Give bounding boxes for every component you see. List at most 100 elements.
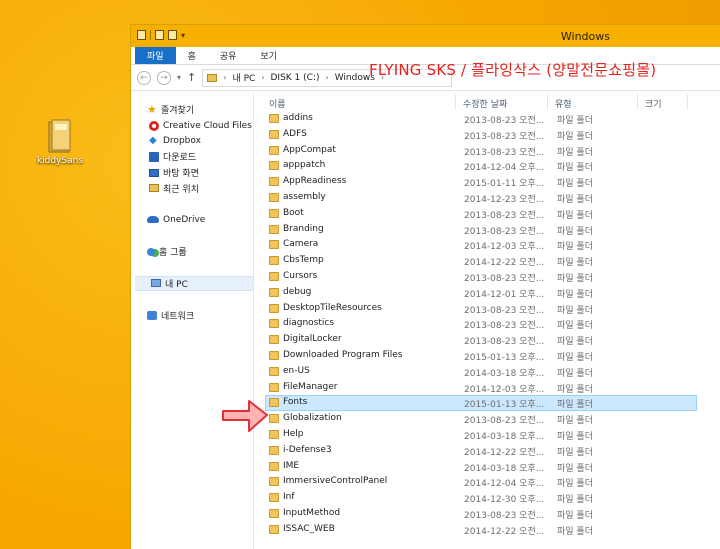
title-bar[interactable]: ▾ Windows	[131, 25, 720, 47]
nav-dropbox[interactable]: ◆ Dropbox	[131, 133, 253, 149]
tab-view[interactable]: 보기	[248, 46, 289, 64]
file-name: assembly	[283, 191, 326, 202]
file-type: 파일 폴더	[557, 384, 593, 395]
table-row[interactable]: Cursors 2013-08-23 오전... 파일 폴더	[255, 269, 720, 285]
table-row[interactable]: Camera 2014-12-03 오후... 파일 폴더	[255, 237, 720, 253]
column-divider[interactable]	[455, 94, 456, 110]
desktop-icon-kiddysans[interactable]: kiddySans	[34, 118, 86, 166]
column-header-name[interactable]: 이름	[263, 97, 286, 110]
nav-homegroup[interactable]: 홈 그룹	[131, 244, 253, 260]
onedrive-cloud-icon	[147, 216, 159, 224]
table-row[interactable]: diagnostics 2013-08-23 오전... 파일 폴더	[255, 316, 720, 332]
table-row[interactable]: DesktopTileResources 2013-08-23 오전... 파일 폴…	[255, 301, 720, 317]
folder-icon	[207, 73, 218, 82]
file-type: 파일 폴더	[557, 273, 593, 284]
column-divider[interactable]	[687, 94, 688, 110]
folder-icon	[269, 508, 279, 518]
nav-creative-cloud-files[interactable]: Creative Cloud Files	[131, 118, 253, 134]
nav-desktop[interactable]: 바탕 화면	[131, 165, 253, 181]
chevron-right-icon[interactable]: ›	[261, 73, 264, 82]
folder-icon	[269, 477, 279, 487]
file-date: 2014-03-18 오후...	[464, 463, 545, 474]
table-row[interactable]: AppCompat 2013-08-23 오전... 파일 폴더	[255, 143, 720, 159]
network-icon	[147, 310, 157, 320]
table-row[interactable]: CbsTemp 2014-12-22 오전... 파일 폴더	[255, 253, 720, 269]
folder-icon	[269, 429, 279, 439]
breadcrumb-disk[interactable]: DISK 1 (C:)	[271, 73, 320, 83]
table-row[interactable]: en-US 2014-03-18 오후... 파일 폴더	[255, 364, 720, 380]
nav-downloads[interactable]: 다운로드	[131, 149, 253, 165]
nav-recent-places[interactable]: 최근 위치	[131, 180, 253, 196]
folder-icon	[269, 145, 279, 155]
up-arrow-icon[interactable]: ↑	[187, 71, 196, 84]
column-divider[interactable]	[637, 94, 638, 110]
table-row[interactable]: Branding 2013-08-23 오전... 파일 폴더	[255, 222, 720, 238]
tab-share[interactable]: 공유	[208, 46, 249, 64]
table-row[interactable]: assembly 2014-12-23 오전... 파일 폴더	[255, 190, 720, 206]
table-row[interactable]: ISSAC_WEB 2014-12-22 오전... 파일 폴더	[255, 522, 720, 538]
file-name: Downloaded Program Files	[283, 349, 403, 360]
table-row[interactable]: Help 2014-03-18 오후... 파일 폴더	[255, 427, 720, 443]
file-name: AppReadiness	[283, 176, 347, 187]
table-row[interactable]: apppatch 2014-12-04 오후... 파일 폴더	[255, 158, 720, 174]
table-row[interactable]: FileManager 2014-12-03 오후... 파일 폴더	[255, 380, 720, 396]
file-type: 파일 폴더	[557, 510, 593, 521]
breadcrumb-this-pc[interactable]: 내 PC	[232, 71, 255, 84]
desktop-icon-label: kiddySans	[36, 156, 84, 166]
file-name: debug	[283, 286, 312, 297]
table-row[interactable]: IME 2014-03-18 오후... 파일 폴더	[255, 459, 720, 475]
file-date: 2013-08-23 오전...	[464, 210, 545, 221]
column-header-date[interactable]: 수정한 날짜	[457, 97, 507, 110]
folder-icon	[269, 240, 279, 250]
column-header-size[interactable]: 크기	[639, 97, 662, 110]
file-name: addins	[283, 113, 313, 123]
file-date: 2014-12-04 오후...	[464, 163, 545, 174]
file-name: Boot	[283, 207, 304, 218]
table-row[interactable]: addins 2013-08-23 오전... 파일 폴더	[255, 111, 720, 127]
file-date: 2014-12-22 오전...	[464, 258, 545, 269]
file-date: 2013-08-23 오전...	[464, 321, 545, 332]
column-divider[interactable]	[547, 94, 548, 110]
chevron-right-icon[interactable]: ›	[223, 73, 226, 82]
forward-arrow-icon[interactable]: →	[157, 70, 171, 85]
table-row[interactable]: InputMethod 2013-08-23 오전... 파일 폴더	[255, 506, 720, 522]
table-row-selected[interactable]: Fonts 2015-01-13 오후... 파일 폴더	[265, 395, 697, 412]
file-type: 파일 폴더	[557, 194, 593, 205]
table-row[interactable]: Globalization 2013-08-23 오전... 파일 폴더	[255, 411, 720, 427]
file-type: 파일 폴더	[557, 147, 593, 158]
table-row[interactable]: Boot 2013-08-23 오전... 파일 폴더	[255, 206, 720, 222]
file-date: 2014-12-04 오후...	[464, 479, 545, 490]
table-row[interactable]: Inf 2014-12-30 오후... 파일 폴더	[255, 490, 720, 506]
table-row[interactable]: DigitalLocker 2013-08-23 오전... 파일 폴더	[255, 332, 720, 348]
file-date: 2014-12-22 오전...	[464, 526, 545, 537]
nav-favorites[interactable]: ★ 즐겨찾기	[131, 102, 253, 118]
tab-file[interactable]: 파일	[135, 46, 176, 64]
table-row[interactable]: AppReadiness 2015-01-11 오후... 파일 폴더	[255, 174, 720, 190]
nav-onedrive[interactable]: OneDrive	[131, 212, 253, 228]
nav-this-pc[interactable]: 내 PC	[135, 275, 253, 292]
file-type: 파일 폴더	[557, 447, 593, 458]
desktop-icon	[149, 168, 159, 177]
table-row[interactable]: ADFS 2013-08-23 오전... 파일 폴더	[255, 127, 720, 143]
table-row[interactable]: Downloaded Program Files 2015-01-13 오후...…	[255, 348, 720, 364]
window-title: Windows	[560, 30, 610, 43]
table-row[interactable]: debug 2014-12-01 오후... 파일 폴더	[255, 285, 720, 301]
file-date: 2014-12-23 오전...	[464, 194, 545, 205]
table-row[interactable]: ImmersiveControlPanel 2014-12-04 오후... 파일 …	[255, 474, 720, 490]
folder-icon	[269, 414, 279, 424]
column-header-type[interactable]: 유형	[549, 97, 572, 110]
folder-icon	[269, 366, 279, 376]
nav-network[interactable]: 네트워크	[131, 307, 253, 323]
chevron-right-icon[interactable]: ›	[326, 73, 329, 82]
red-pointer-arrow-icon	[222, 400, 268, 432]
file-date: 2014-12-22 오전...	[464, 447, 545, 458]
tab-home[interactable]: 홈	[176, 46, 208, 64]
back-arrow-icon[interactable]: ←	[137, 70, 151, 85]
table-row[interactable]: i-Defense3 2014-12-22 오전... 파일 폴더	[255, 443, 720, 459]
folder-icon	[269, 319, 279, 329]
file-date: 2014-03-18 오후...	[464, 431, 545, 442]
file-list: addins 2013-08-23 오전... 파일 폴더 ADFS 2013-08-2…	[255, 111, 720, 538]
file-name: i-Defense3	[283, 444, 332, 455]
file-list-pane: 이름 수정한 날짜 유형 크기 addins 2013-08-23 오전... 파일…	[255, 94, 720, 549]
recent-locations-chevron-icon[interactable]: ▾	[177, 73, 181, 82]
